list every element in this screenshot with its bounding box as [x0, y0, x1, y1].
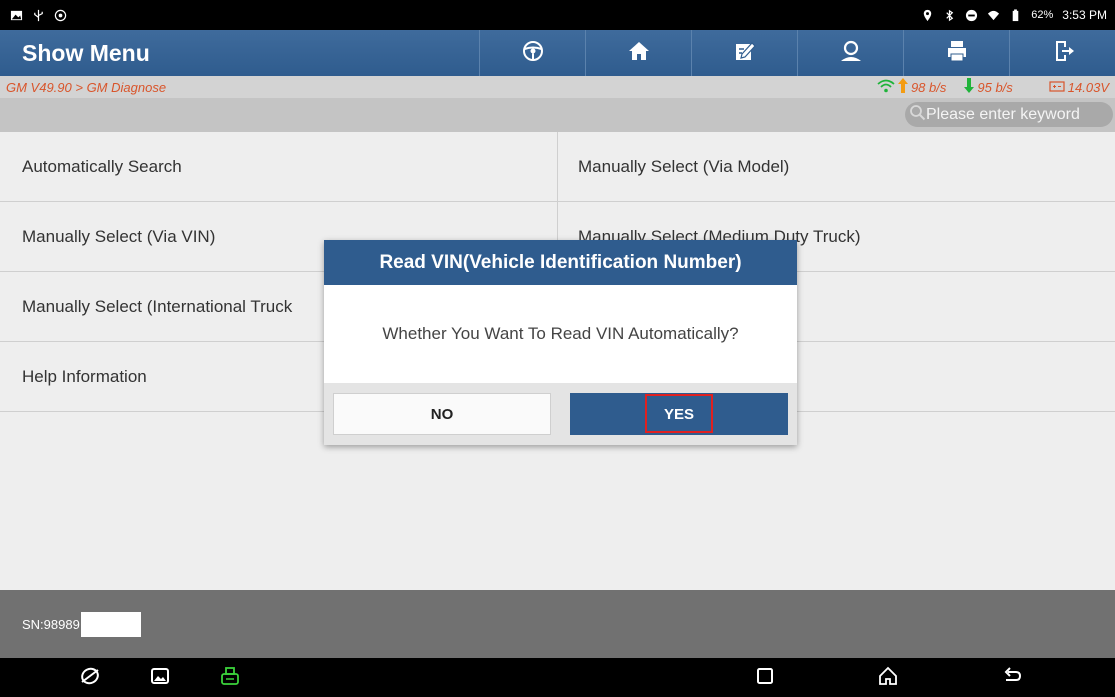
- footer: SN:98989: [0, 590, 1115, 658]
- page-title: Show Menu: [22, 39, 150, 66]
- vci-button[interactable]: [218, 666, 242, 690]
- status-bar: 62% 3:53 PM: [0, 0, 1115, 30]
- home-outline-icon: [877, 665, 899, 692]
- no-button-label: NO: [430, 405, 454, 423]
- dialog-title: Read VIN(Vehicle Identification Number): [324, 240, 797, 285]
- print-icon: [944, 38, 970, 69]
- usb-icon: [32, 9, 45, 22]
- upload-arrow-icon: [897, 78, 908, 96]
- home-icon: [626, 38, 652, 69]
- dialog-actions: NO YES: [324, 383, 797, 445]
- menu-row: Automatically Search Manually Select (Vi…: [0, 132, 1115, 202]
- user-icon: [838, 38, 864, 69]
- serial-number: SN:98989: [22, 616, 80, 632]
- battery-voltage-icon: [1049, 80, 1065, 95]
- gallery-icon: [149, 665, 171, 692]
- download-rate: 95 b/s: [977, 79, 1013, 95]
- highlight-box: [645, 394, 713, 433]
- breadcrumb-bar: GM V49.90 > GM Diagnose 98 b/s 95 b/s 14…: [0, 76, 1115, 98]
- recents-button[interactable]: [753, 666, 777, 690]
- dialog-message: Whether You Want To Read VIN Automatical…: [382, 324, 739, 343]
- home-button[interactable]: [585, 30, 691, 76]
- download-arrow-icon: [964, 78, 975, 96]
- location-icon: [921, 9, 934, 22]
- search-box[interactable]: [905, 102, 1113, 127]
- app-header: Show Menu: [0, 30, 1115, 76]
- read-vin-dialog: Read VIN(Vehicle Identification Number) …: [324, 240, 797, 445]
- battery-icon: [1009, 8, 1022, 22]
- browser-icon: [79, 665, 101, 692]
- back-button[interactable]: [1000, 666, 1024, 690]
- exit-button[interactable]: [1009, 30, 1115, 76]
- network-status: 98 b/s: [877, 78, 946, 96]
- breadcrumb: GM V49.90 > GM Diagnose: [6, 79, 167, 95]
- download-status: 95 b/s: [964, 78, 1013, 96]
- system-nav-bar: [0, 658, 1115, 697]
- report-edit-icon: [732, 38, 758, 69]
- vci-icon: [219, 665, 241, 692]
- user-button[interactable]: [797, 30, 903, 76]
- settings-badge-icon: [54, 9, 67, 22]
- search-row: [0, 98, 1115, 132]
- voltage-value: 14.03V: [1067, 79, 1109, 95]
- battery-percent: 62%: [1031, 9, 1054, 21]
- serial-number-redaction: [80, 611, 141, 637]
- search-input[interactable]: [926, 105, 1112, 124]
- yes-button[interactable]: YES: [570, 393, 788, 435]
- status-left-icons: [10, 9, 67, 22]
- menu-item-manual-via-model[interactable]: Manually Select (Via Model): [557, 132, 1115, 201]
- status-right-icons: 62% 3:53 PM: [921, 8, 1107, 22]
- status-time: 3:53 PM: [1062, 8, 1107, 22]
- toolbar: [479, 30, 1115, 76]
- menu-item-automatically-search[interactable]: Automatically Search: [0, 132, 557, 201]
- exit-icon: [1050, 38, 1076, 69]
- print-button[interactable]: [903, 30, 1009, 76]
- steering-wheel-icon: [520, 38, 546, 69]
- no-button[interactable]: NO: [333, 393, 551, 435]
- wifi-signal-icon: [877, 79, 895, 96]
- home-nav-button[interactable]: [876, 666, 900, 690]
- voltage-status: 14.03V: [1049, 80, 1109, 95]
- browser-button[interactable]: [78, 666, 102, 690]
- bluetooth-icon: [943, 9, 956, 22]
- upload-rate: 98 b/s: [910, 79, 947, 95]
- notification-image-icon: [10, 9, 23, 22]
- dnd-icon: [965, 9, 978, 22]
- back-icon: [1001, 665, 1023, 692]
- steering-wheel-button[interactable]: [479, 30, 585, 76]
- report-button[interactable]: [691, 30, 797, 76]
- search-icon: [909, 104, 926, 126]
- wifi-icon: [987, 9, 1000, 22]
- gallery-button[interactable]: [148, 666, 172, 690]
- recents-icon: [754, 665, 776, 692]
